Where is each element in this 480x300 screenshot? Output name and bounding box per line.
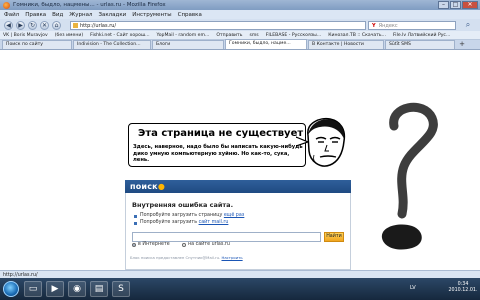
tab-poisk[interactable]: Поиск по сайту [2, 40, 72, 49]
configure-link[interactable]: Настроить [221, 255, 242, 260]
retry-link[interactable]: ещё раз [224, 213, 244, 218]
address-url[interactable]: http://urlas.ru/ [80, 23, 116, 29]
radio-site-label[interactable]: на сайте urlas.ru [188, 242, 230, 247]
menu-tools[interactable]: Инструменты [132, 12, 171, 18]
bookmark-item[interactable]: (без имени) [55, 33, 83, 38]
tab-indivision[interactable]: Indivision - The Collection... [73, 40, 151, 49]
stop-icon[interactable]: ✕ [40, 20, 49, 30]
bullet-icon [134, 222, 137, 225]
bookmark-item[interactable]: YopMail - random em... [157, 33, 210, 38]
bullet-icon [134, 215, 137, 218]
tab-active-page[interactable]: Гомники, быдло, нацме... [225, 39, 307, 49]
bookmark-item[interactable]: Fishki.net - Сайт хорош... [90, 33, 149, 38]
poisk-logo-dot-icon: ● [157, 182, 165, 191]
question-mark-drawing [381, 102, 438, 250]
menu-edit[interactable]: Правка [25, 12, 46, 18]
poisk-logo-text: поиск [130, 182, 158, 191]
minimize-button[interactable]: – [438, 1, 449, 9]
bookmark-item[interactable]: Кинозал.ТВ :: Скачать... [328, 33, 386, 38]
error-heading: Эта страница не существует [138, 128, 304, 139]
tab-strip: Поиск по сайту Indivision - The Collecti… [0, 39, 480, 50]
language-indicator[interactable]: LV [410, 285, 416, 291]
search-magnifier-icon[interactable]: ⌕ [462, 20, 474, 30]
back-arrow-icon[interactable]: ◀ [4, 20, 13, 30]
tab-vkontakte[interactable]: В Контакте | Новости [308, 40, 384, 49]
search-bar[interactable]: Y Яндекс [368, 21, 456, 30]
menu-view[interactable]: Вид [52, 12, 63, 18]
retry-line: Попробуйте загрузить страницу ещё раз [140, 213, 244, 218]
firefox-taskbar-icon[interactable]: ◉ [68, 281, 86, 297]
folder-icon[interactable]: ▤ [90, 281, 108, 297]
radio-internet[interactable] [132, 243, 136, 247]
explorer-icon[interactable]: ▭ [24, 281, 42, 297]
find-button[interactable]: Найти [324, 232, 344, 242]
close-button[interactable]: ✕ [462, 1, 478, 9]
window-titlebar[interactable]: Гомники, быдло, нацмены... - urlas.ru - … [0, 0, 480, 10]
window-controls: – □ ✕ [438, 1, 478, 9]
address-bar[interactable]: http://urlas.ru/ [70, 21, 366, 30]
internal-error-title: Внутренняя ошибка сайта. [132, 201, 234, 209]
menu-bar: Файл Правка Вид Журнал Закладки Инструме… [0, 10, 480, 19]
widget-footnote: Блок поиска предоставлен Спутник@Mail.ru… [130, 255, 243, 260]
footnote-text: Блок поиска предоставлен Спутник@Mail.ru… [130, 255, 221, 260]
menu-help[interactable]: Справка [178, 12, 202, 18]
status-bar: http://urlas.ru/ [0, 270, 480, 278]
bookmark-item[interactable]: sms [249, 33, 258, 38]
maximize-button[interactable]: □ [450, 1, 461, 9]
system-clock[interactable]: 0:34 2010.12.01. [448, 282, 478, 294]
tab-blogs[interactable]: Блоги [152, 40, 224, 49]
yandex-icon[interactable]: Y [372, 23, 376, 29]
reload-icon[interactable]: ↻ [28, 20, 37, 30]
bookmark-item[interactable]: File.lv Латвийский Рус... [393, 33, 450, 38]
menu-bookmarks[interactable]: Закладки [98, 12, 126, 18]
window-title: Гомники, быдло, нацмены... - urlas.ru - … [13, 2, 166, 8]
meme-face-illustration [307, 117, 346, 167]
skype-icon[interactable]: S [112, 281, 130, 297]
site-favicon-icon [73, 23, 78, 28]
mailru-line: Попробуйте загрузить сайт mail.ru [140, 220, 228, 225]
error-message: Здесь, наверное, надо было бы написать к… [133, 144, 303, 163]
forward-arrow-icon[interactable]: ▶ [16, 20, 25, 30]
bookmark-item[interactable]: VK | Boris Muravjov [3, 33, 48, 38]
bookmark-item[interactable]: Отправить [216, 33, 242, 38]
search-placeholder: Яндекс [378, 22, 398, 29]
clock-date: 2010.12.01. [448, 288, 478, 293]
menu-history[interactable]: Журнал [69, 12, 92, 18]
mailru-text: Попробуйте загрузить [140, 220, 198, 225]
widget-search-input[interactable] [132, 232, 321, 242]
radio-internet-label[interactable]: в Интернете [138, 242, 170, 247]
new-tab-icon[interactable]: + [458, 41, 466, 49]
tab-sms[interactable]: Sūtīt SMS [385, 40, 455, 49]
start-button-icon[interactable] [3, 281, 19, 297]
bookmark-item[interactable]: FILEBASE - Русскоязы... [266, 33, 322, 38]
radio-site[interactable] [182, 243, 186, 247]
media-player-icon[interactable]: ▶ [46, 281, 64, 297]
mailru-link[interactable]: сайт mail.ru [199, 220, 229, 225]
poisk-logo: поиск● [130, 182, 165, 191]
retry-text: Попробуйте загрузить страницу [140, 213, 223, 218]
menu-file[interactable]: Файл [4, 12, 19, 18]
home-icon[interactable]: ⌂ [52, 20, 61, 30]
firefox-icon [3, 1, 10, 9]
